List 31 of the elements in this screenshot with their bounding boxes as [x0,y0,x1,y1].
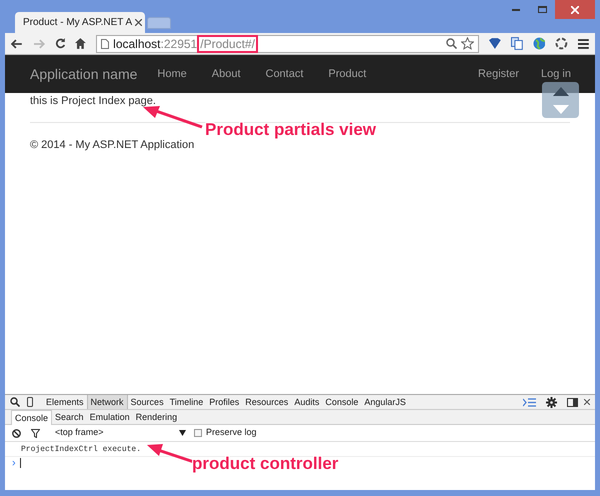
frame-dropdown[interactable]: <top frame> [55,426,186,440]
devtools-tab[interactable]: Profiles [206,395,242,409]
devtools-tab[interactable]: Network [86,395,128,409]
console-tab[interactable]: Emulation [86,410,133,424]
console-tab[interactable]: Search [52,410,87,424]
url-host-text: localhost [113,36,161,52]
devtools-tab[interactable]: Sources [128,395,167,409]
body-text: this is Project Index page. [30,94,156,108]
annotation-label: Product partials view [205,119,376,141]
nav-link[interactable]: Contact [266,66,304,82]
address-bar[interactable]: localhost:22951 /Product#/ [96,34,480,52]
devtools-tab[interactable]: AngularJS [361,395,409,409]
brand-link[interactable]: Application name [30,64,138,84]
url-port-text: :22951 [160,36,198,52]
devtools-tab[interactable]: Audits [291,395,322,409]
nav-link[interactable]: Register [478,66,520,82]
footer-text: © 2014 - My ASP.NET Application [30,138,196,153]
devtools-tab[interactable]: Console [322,395,362,409]
preserve-log-label: Preserve log [206,426,257,440]
prompt-caret: › [12,457,16,469]
nav-link[interactable]: About [212,66,240,82]
devtools-tab[interactable]: Elements [43,395,87,409]
nav-link[interactable]: Log in [541,66,571,82]
browser-tab[interactable]: Product - My ASP.NET A [15,12,145,33]
devtools-tab[interactable]: Resources [242,395,292,409]
devtools-tab[interactable]: Timeline [166,395,206,409]
nav-link[interactable]: Home [157,66,187,82]
console-tab[interactable]: Rendering [132,410,180,424]
nav-link[interactable]: Product [328,66,366,82]
highlighted-url-path: /Product#/ [197,34,258,52]
console-tab[interactable]: Console [11,410,52,424]
